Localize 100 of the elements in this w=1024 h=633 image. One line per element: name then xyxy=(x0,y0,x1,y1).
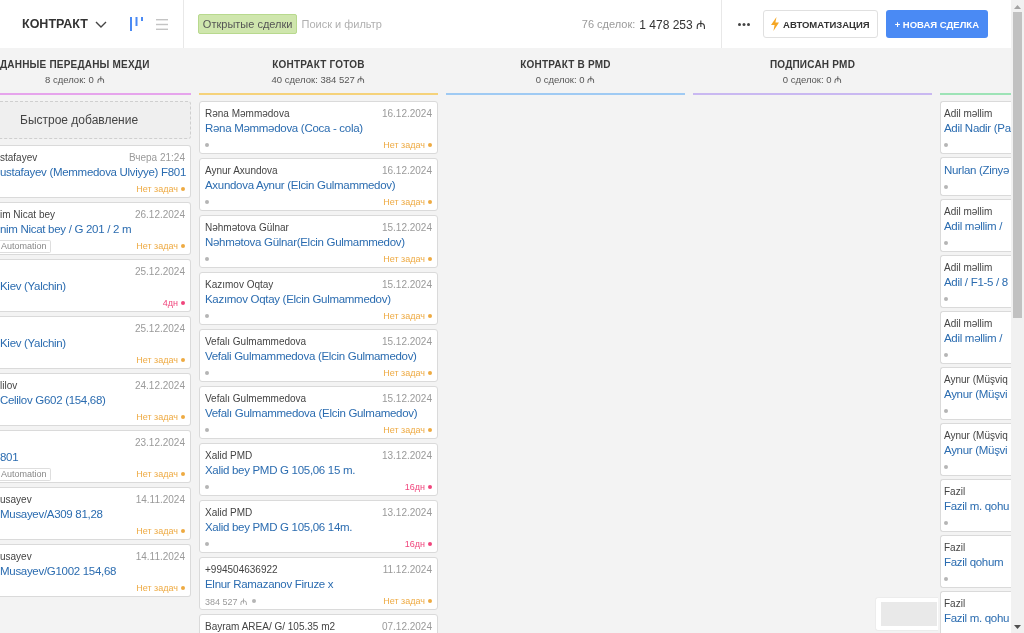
deal-tag[interactable]: Automation xyxy=(0,467,51,481)
deal-title[interactable]: nim Nicat bey / G 201 / 2 m xyxy=(0,221,185,237)
deal-tag[interactable]: Automation xyxy=(0,239,51,253)
deal-card[interactable]: Vefalı Gulmammedova 15.12.2024 Vefali Gulmammedova (Elcin Gulmamedov) Нет задач xyxy=(199,329,438,382)
quick-add-button[interactable]: Быстрое добавление xyxy=(0,101,191,139)
deal-card[interactable]: Fazil Fazil m. qohu xyxy=(940,591,1011,633)
deal-title[interactable]: Xalid bey PMD G 105,06 14m. xyxy=(205,519,432,535)
deal-title[interactable]: Adil məllim / xyxy=(944,330,1011,346)
status-dot-icon xyxy=(944,521,948,525)
deal-title[interactable]: Fazil qohum xyxy=(944,554,1011,570)
caret-down-icon[interactable] xyxy=(1014,625,1021,629)
new-deal-button[interactable]: + НОВАЯ СДЕЛКА xyxy=(885,10,988,38)
deal-card[interactable]: +994504636922 11.12.2024 Elnur Ramazanov Firuze x 384 527 ₼ Нет задач xyxy=(199,557,438,610)
deal-title[interactable]: 801 xyxy=(0,449,185,465)
deal-card[interactable]: Rəna Məmmədova 16.12.2024 Rəna Məmmədova (Coca - cola) Нет задач xyxy=(199,101,438,154)
deal-title[interactable]: Kazımov Oqtay (Elcin Gulmammedov) xyxy=(205,291,432,307)
task-status: Нет задач xyxy=(383,197,425,207)
caret-up-icon[interactable] xyxy=(1014,5,1021,9)
task-dot-icon xyxy=(181,301,185,305)
deal-card[interactable]: Aynur Axundova 16.12.2024 Axundova Aynur (Elcin Gulmammedov) Нет задач xyxy=(199,158,438,211)
deal-date: 25.12.2024 xyxy=(133,322,185,334)
search-field[interactable]: Поиск и фильтр xyxy=(301,14,582,34)
status-dot-icon xyxy=(205,371,209,375)
deal-card[interactable]: Adil məllim Adil Nadir (Pa xyxy=(940,101,1011,154)
deal-card[interactable]: Xalid PMD 13.12.2024 Xalid bey PMD G 105,06 14m. 16дн xyxy=(199,500,438,553)
deal-card[interactable]: Adil məllim Adil məllim / xyxy=(940,311,1011,364)
contact-name: Adil məllim xyxy=(944,261,993,273)
deal-title[interactable]: Adil Nadir (Pa xyxy=(944,120,1011,136)
status-dot-icon xyxy=(944,577,948,581)
deal-title[interactable]: Elnur Ramazanov Firuze x xyxy=(205,576,432,592)
column-summary: 0 сделок: 0 ₼ xyxy=(781,73,844,86)
task-status: Нет задач xyxy=(136,412,178,422)
status-dot-icon xyxy=(205,257,209,261)
deal-card[interactable]: Adil məllim Adil məllim / xyxy=(940,199,1011,252)
task-status: Нет задач xyxy=(383,368,425,378)
contact-name: Vefalı Gulmemmedova xyxy=(205,392,307,404)
deal-title[interactable]: Musayev/G1002 154,68 xyxy=(0,563,185,579)
deal-card[interactable]: 25.12.2024 Kiev (Yalchin) Нет задач xyxy=(0,316,191,369)
deal-card[interactable]: Fazil Fazil qohum xyxy=(940,535,1011,588)
deal-title[interactable]: Fazil m. qohu xyxy=(944,498,1011,514)
deal-card[interactable]: 25.12.2024 Kiev (Yalchin) 4дн xyxy=(0,259,191,312)
automation-button[interactable]: АВТОМАТИЗАЦИЯ xyxy=(763,10,878,38)
deal-title[interactable]: Aynur (Müşvi xyxy=(944,386,1011,402)
more-icon[interactable] xyxy=(738,22,750,26)
deal-price: 384 527 ₼ xyxy=(205,595,248,608)
deal-title[interactable]: Xalid bey PMD G 105,06 15 m. xyxy=(205,462,432,478)
deal-date: 14.11.2024 xyxy=(134,550,185,562)
task-dot-icon xyxy=(428,599,432,603)
deal-card[interactable]: Aynur (Müşviq Aynur (Müşvi xyxy=(940,367,1011,420)
column-title: КОНТРАКТ В PMD xyxy=(520,58,611,71)
deal-title[interactable]: Celilov G602 (154,68) xyxy=(0,392,185,408)
task-status: Нет задач xyxy=(136,469,178,479)
deal-card[interactable]: usayev 14.11.2024 Musayev/A309 81,28 Нет задач xyxy=(0,487,191,540)
task-dot-icon xyxy=(181,415,185,419)
deal-title[interactable]: Rəna Məmmədova (Coca - cola) xyxy=(205,120,432,136)
deal-title[interactable]: Vefalı Gulmammedova (Elcin Gulmamedov) xyxy=(205,405,432,421)
pipeline-dropdown[interactable]: КОНТРАКТ xyxy=(22,17,107,31)
deal-card[interactable]: stafayev Вчера 21:24 ustafayev (Memmedova Ulviyye) F801 Нет задач xyxy=(0,145,191,198)
deal-title[interactable]: Vefali Gulmammedova (Elcin Gulmamedov) xyxy=(205,348,432,364)
deal-title[interactable]: Axundova Aynur (Elcin Gulmammedov) xyxy=(205,177,432,193)
deal-title[interactable]: Adil / F1-5 / 8 xyxy=(944,274,1011,290)
deal-title[interactable]: ustafayev (Memmedova Ulviyye) F801 xyxy=(0,164,185,180)
deal-title[interactable]: Nurlan (Zinyə xyxy=(944,162,1011,178)
deal-card[interactable]: Aynur (Müşviq Aynur (Müşvi xyxy=(940,423,1011,476)
deal-card[interactable]: Xalid PMD 13.12.2024 Xalid bey PMD G 105,06 15 m. 16дн xyxy=(199,443,438,496)
columns-icon[interactable] xyxy=(129,17,143,31)
deal-card[interactable]: lilov 24.12.2024 Celilov G602 (154,68) Нет задач xyxy=(0,373,191,426)
contact-name: Adil məllim xyxy=(944,107,993,119)
deal-card[interactable]: im Nicat bey 26.12.2024 nim Nicat bey / G 201 / 2 m Automation Нет задач xyxy=(0,202,191,255)
deal-title[interactable]: Musayev/A309 81,28 xyxy=(0,506,185,522)
deal-card[interactable]: Bayram AREA/ G/ 105.35 m2 07.12.2024 xyxy=(199,614,438,633)
deal-card[interactable]: Kazımov Oqtay 15.12.2024 Kazımov Oqtay (Elcin Gulmammedov) Нет задач xyxy=(199,272,438,325)
deal-card[interactable]: Nurlan (Zinyə xyxy=(940,157,1011,196)
deal-card[interactable]: Adil məllim Adil / F1-5 / 8 xyxy=(940,255,1011,308)
scrollbar-thumb[interactable] xyxy=(1013,12,1022,318)
deal-card[interactable]: Vefalı Gulmemmedova 15.12.2024 Vefalı Gulmammedova (Elcin Gulmamedov) Нет задач xyxy=(199,386,438,439)
deal-card[interactable]: usayev 14.11.2024 Musayev/G1002 154,68 Нет задач xyxy=(0,544,191,597)
contact-name: Fazil xyxy=(944,485,966,497)
task-dot-icon xyxy=(428,371,432,375)
deal-date: 07.12.2024 xyxy=(380,620,432,632)
contact-name: Nəhmətova Gülnar xyxy=(205,221,289,233)
deal-card[interactable]: Nəhmətova Gülnar 15.12.2024 Nəhmətova Gülnar(Elcin Gulmammedov) Нет задач xyxy=(199,215,438,268)
deal-title[interactable]: Kiev (Yalchin) xyxy=(0,335,185,351)
task-dot-icon xyxy=(181,244,185,248)
deal-title[interactable]: Nəhmətova Gülnar(Elcin Gulmammedov) xyxy=(205,234,432,250)
task-dot-icon xyxy=(428,200,432,204)
deal-date: 16.12.2024 xyxy=(380,164,432,176)
column-summary: 8 сделок: 0 ₼ xyxy=(44,73,106,86)
deal-card[interactable]: 23.12.2024 801 Automation Нет задач xyxy=(0,430,191,483)
deal-title[interactable]: Adil məllim / xyxy=(944,218,1011,234)
column-summary: 0 сделок: 0 ₼ xyxy=(534,73,597,86)
filter-tag[interactable]: Открытые сделки xyxy=(197,14,298,34)
list-icon[interactable] xyxy=(155,18,168,30)
deal-date: 25.12.2024 xyxy=(133,265,185,277)
deal-card[interactable]: Fazil Fazil m. qohu xyxy=(940,479,1011,532)
deal-title[interactable]: Aynur (Müşvi xyxy=(944,442,1011,458)
task-dot-icon xyxy=(428,542,432,546)
deal-title[interactable]: Fazil m. qohu xyxy=(944,610,1011,626)
deal-title[interactable]: Kiev (Yalchin) xyxy=(0,278,185,294)
task-status: Нет задач xyxy=(383,425,425,435)
